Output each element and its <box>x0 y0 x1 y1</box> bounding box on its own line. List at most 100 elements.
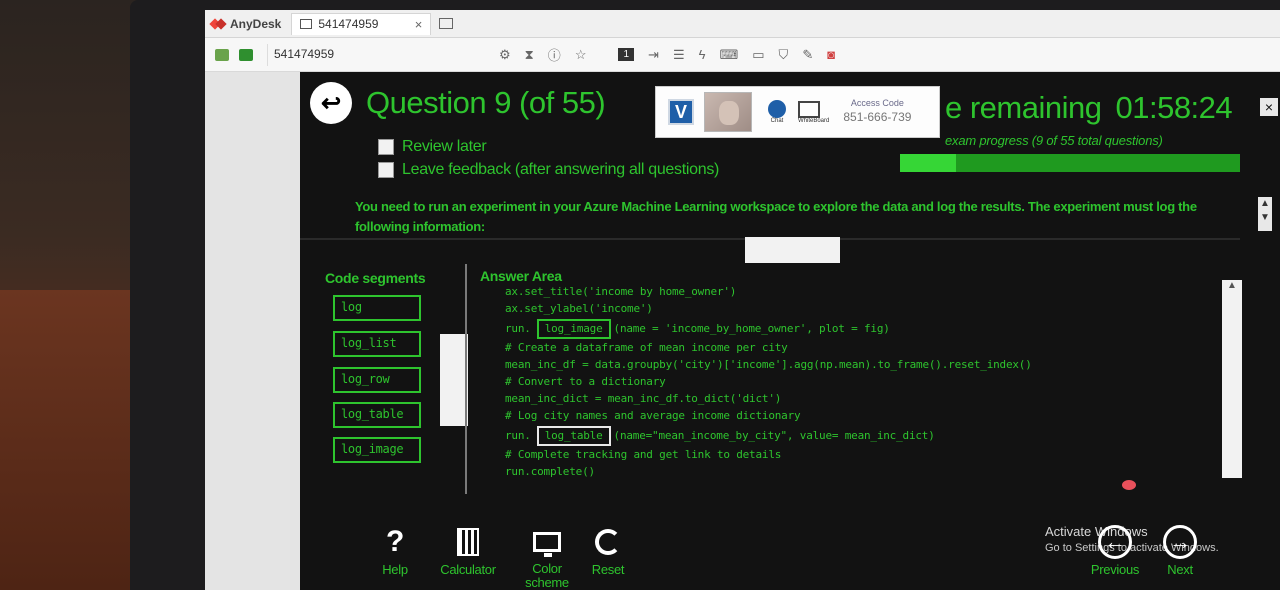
chat-icon[interactable]: ☰ <box>673 47 685 63</box>
address-field[interactable]: 541474959 <box>267 43 497 66</box>
segment-log-row[interactable]: log_row <box>333 367 421 393</box>
remote-desktop-margin <box>205 72 300 590</box>
new-tab-icon[interactable] <box>439 18 454 29</box>
monitor-screen: AnyDesk 541474959 × 541474959 ⚙ ⧗ ⓘ ☆ 1 … <box>205 10 1280 590</box>
record-icon[interactable]: ◙ <box>827 47 835 62</box>
connection-icon <box>215 48 229 61</box>
code-line-with-target: run. log_table (name="mean_income_by_city"… <box>505 425 1225 447</box>
code-line: ax.set_title('income by home_owner') <box>505 285 737 298</box>
calculator-label: Calculator <box>440 562 496 577</box>
help-icon: ? <box>385 525 405 558</box>
mouse-cursor-icon <box>1122 480 1136 490</box>
action-icon[interactable]: ϟ <box>699 47 706 62</box>
question-text: You need to run an experiment in your Az… <box>355 199 1197 234</box>
question-title: Question 9 (of 55) <box>366 85 606 120</box>
code-suffix: (name="mean_income_by_city", value= mean… <box>613 428 935 442</box>
answer-area-title: Answer Area <box>480 268 562 284</box>
chat-label: Chat <box>770 118 784 124</box>
segment-log-table[interactable]: log_table <box>333 402 421 428</box>
segment-log-list[interactable]: log_list <box>333 331 421 357</box>
back-arrow-icon[interactable]: ↩ <box>310 82 352 124</box>
anydesk-session-tab[interactable]: 541474959 × <box>291 12 432 35</box>
shield-icon[interactable]: ⛉ <box>779 47 789 63</box>
exam-progress-fill <box>900 154 956 172</box>
close-icon[interactable]: × <box>1260 98 1278 116</box>
panel-separator <box>465 264 467 494</box>
question-header: ↩ Question 9 (of 55) <box>310 82 606 124</box>
answer-target-1[interactable]: log_image <box>536 319 611 339</box>
review-later-checkbox[interactable] <box>378 139 394 155</box>
reset-icon <box>580 522 636 562</box>
code-line: # Log city names and average income dict… <box>505 409 801 422</box>
reset-label: Reset <box>591 562 625 577</box>
leave-feedback-row[interactable]: Leave feedback (after answering all ques… <box>378 161 719 179</box>
countdown-timer: 01:58:24 <box>1115 90 1233 125</box>
question-scroll-icon[interactable]: ▲ ▼ <box>1258 197 1272 231</box>
monitor-icon <box>300 19 313 29</box>
segments-scrollbar[interactable] <box>440 334 468 426</box>
previous-arrow-icon: ← <box>1080 522 1150 562</box>
review-later-label: Review later <box>402 138 487 155</box>
code-line: run.complete() <box>505 465 595 478</box>
color-scheme-button[interactable]: Color scheme <box>512 522 582 590</box>
anydesk-logo-icon <box>209 17 227 31</box>
answer-target-2[interactable]: log_table <box>536 426 611 446</box>
code-line: # Convert to a dictionary <box>505 375 666 388</box>
next-button[interactable]: → Next <box>1150 522 1210 577</box>
help-label: Help <box>382 562 408 577</box>
pen-icon[interactable]: ✎ <box>802 47 813 63</box>
previous-label: Previous <box>1090 562 1140 577</box>
reset-button[interactable]: Reset <box>580 522 636 577</box>
settings-icon[interactable]: ⚙ <box>499 47 511 63</box>
anydesk-logo: AnyDesk <box>205 17 287 31</box>
access-code-label: Access Code <box>850 98 904 109</box>
display-icon[interactable]: ▭ <box>752 47 764 63</box>
webcam-preview <box>704 92 752 132</box>
keyboard-icon[interactable]: ⌨ <box>719 47 738 63</box>
scroll-up-icon[interactable]: ▲ <box>1222 280 1242 291</box>
whiteboard-action[interactable]: WhiteBoard <box>798 100 830 124</box>
access-code-block: Access Code 851-666-739 <box>843 98 911 125</box>
code-line: # Create a dataframe of mean income per … <box>505 341 788 354</box>
next-arrow-icon: → <box>1150 522 1210 562</box>
exam-progress-label: exam progress (9 of 55 total questions) <box>945 133 1163 148</box>
answer-code: ax.set_title('income by home_owner') ax.… <box>505 284 1225 481</box>
anydesk-app-name: AnyDesk <box>230 16 282 31</box>
whiteboard-label: WhiteBoard <box>798 117 830 124</box>
code-line: mean_inc_dict = mean_inc_df.to_dict('dic… <box>505 392 782 405</box>
segment-log[interactable]: log <box>333 295 421 321</box>
previous-button-group[interactable]: ← Previous <box>1080 522 1150 577</box>
code-prefix: run. <box>505 321 531 335</box>
answer-scrollbar[interactable]: ▲ <box>1222 280 1242 478</box>
segment-log-image[interactable]: log_image <box>333 437 421 463</box>
close-tab-icon[interactable]: × <box>415 17 423 32</box>
chat-action[interactable]: Chat <box>768 100 786 124</box>
code-line: mean_inc_df = data.groupby('city')['inco… <box>505 358 1032 371</box>
time-remaining-label: e remaining <box>945 90 1102 125</box>
color-scheme-label: Color scheme <box>525 561 569 590</box>
hourglass-icon[interactable]: ⧗ <box>525 47 534 63</box>
anydesk-session-popup: V Chat WhiteBoard Access Code 851-666-73… <box>655 86 940 138</box>
info-icon[interactable]: ⓘ <box>548 45 561 64</box>
whiteboard-icon <box>798 100 820 118</box>
code-line: ax.set_ylabel('income') <box>505 302 653 315</box>
transfer-icon[interactable]: ⇥ <box>648 47 659 63</box>
calculator-button[interactable]: Calculator <box>428 522 508 577</box>
calculator-icon <box>428 522 508 562</box>
session-tab-label: 541474959 <box>318 17 379 31</box>
monitor-icon <box>512 522 582 562</box>
popup-actions: Chat WhiteBoard <box>768 100 829 124</box>
access-code: 851-666-739 <box>843 110 912 125</box>
toolbar-actions: ⚙ ⧗ ⓘ ☆ 1 ⇥ ☰ ϟ ⌨ ▭ ⛉ ✎ ◙ <box>499 45 835 64</box>
favorite-star-icon[interactable]: ☆ <box>575 47 587 63</box>
review-later-row[interactable]: Review later <box>378 138 487 156</box>
next-label: Next <box>1167 562 1193 577</box>
drag-handle[interactable] <box>745 237 840 263</box>
display-number[interactable]: 1 <box>618 48 635 61</box>
help-button[interactable]: ? Help <box>370 522 420 577</box>
leave-feedback-checkbox[interactable] <box>378 162 394 178</box>
anydesk-toolbar: 541474959 ⚙ ⧗ ⓘ ☆ 1 ⇥ ☰ ϟ ⌨ ▭ ⛉ ✎ ◙ <box>205 38 1280 72</box>
verified-badge-icon: V <box>668 99 694 125</box>
anydesk-tab-bar: AnyDesk 541474959 × <box>205 10 1280 38</box>
code-line-with-target: run. log_image (name = 'income_by_home_own… <box>505 318 1225 340</box>
